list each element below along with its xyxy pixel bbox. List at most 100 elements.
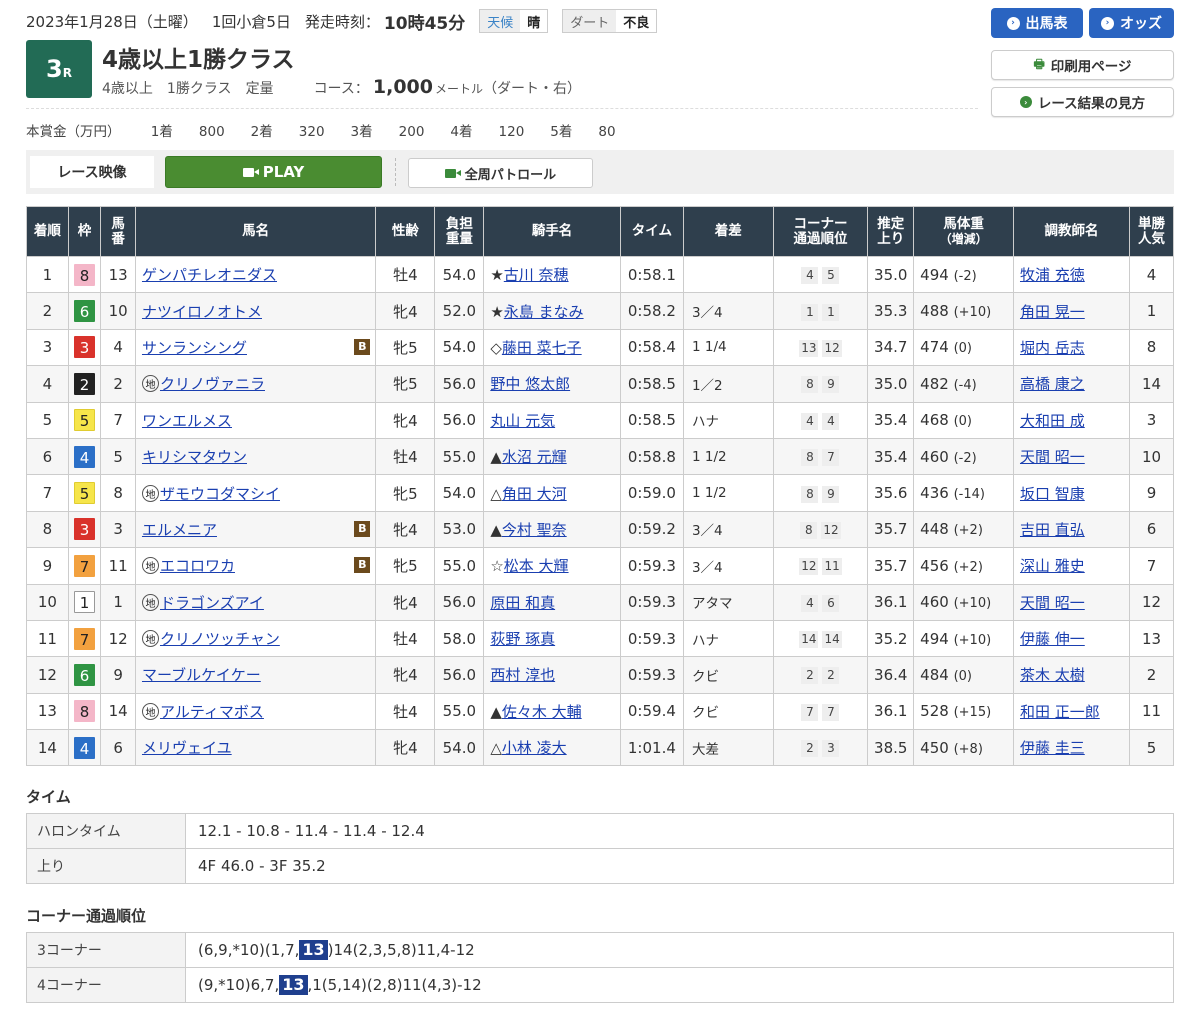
result-header-row: 着順 枠 馬番 馬名 性齢 負担 重量 騎手名 タイム 着差 コーナー 通過順位 推… — [26, 206, 1174, 257]
race-conditions: 4歳以上 1勝クラス 定量 コース： 1,000 メートル （ダート・右） — [102, 76, 581, 98]
jockey-name-link[interactable]: 藤田 菜七子 — [502, 339, 582, 357]
margin: 3／4 — [682, 510, 774, 549]
umaban: 5 — [100, 437, 136, 476]
trainer-name-link[interactable]: 茶木 太樹 — [1020, 666, 1085, 684]
horse-name-link[interactable]: ナツイロノオトメ — [142, 303, 262, 321]
jockey-name-link[interactable]: 西村 淳也 — [490, 666, 555, 684]
shutsuba-button[interactable]: › 出馬表 — [991, 8, 1083, 38]
body-weight-diff: (-2) — [953, 268, 977, 284]
carried-weight: 56.0 — [434, 401, 485, 439]
trainer-name-link[interactable]: 牧浦 充徳 — [1020, 266, 1085, 284]
horse-name-link[interactable]: アルティマボス — [160, 703, 264, 721]
waku-badge: 6 — [74, 663, 96, 686]
trainer-name-link[interactable]: 天間 昭一 — [1020, 448, 1085, 466]
horse-name-link[interactable]: エルメニア — [142, 521, 217, 539]
horse-name-link[interactable]: ゲンパチレオニダス — [142, 266, 277, 284]
horse-name-link[interactable]: クリノヴァニラ — [160, 375, 265, 393]
horse-name-link[interactable]: クリノツッチャン — [160, 630, 280, 648]
corner3-pos: 8 — [801, 449, 819, 467]
popularity: 8 — [1129, 328, 1174, 367]
finish-time: 0:58.1 — [619, 255, 684, 294]
body-weight: 484 — [920, 665, 949, 684]
patrol-button[interactable]: 全周パトロール — [408, 158, 593, 188]
distance: 1,000 — [372, 76, 433, 98]
horse-name-link[interactable]: サンランシング — [142, 339, 247, 357]
jockey-name-link[interactable]: 小林 凌大 — [502, 739, 567, 757]
body-weight: 468 — [920, 411, 949, 430]
jockey-name-link[interactable]: 松本 大輝 — [504, 557, 569, 575]
agari-3f: 35.4 — [867, 401, 915, 439]
rank: 6 — [26, 437, 69, 476]
waku-cell: 7 — [67, 619, 102, 658]
play-button[interactable]: PLAY — [165, 156, 382, 188]
horse-name-link[interactable]: メリヴェイユ — [142, 739, 232, 757]
trainer-name-link[interactable]: 高橋 康之 — [1020, 375, 1085, 393]
margin: 1／2 — [682, 365, 774, 403]
jockey-cell: △小林 凌大 — [483, 729, 621, 767]
race-meeting: 1回小倉5日 — [211, 12, 291, 31]
trainer-name-link[interactable]: 角田 晃一 — [1020, 303, 1085, 321]
umaban: 1 — [100, 583, 136, 621]
horse-cell: 地ドラゴンズアイ — [134, 583, 377, 621]
horse-name-link[interactable]: ワンエルメス — [142, 412, 232, 430]
trainer-name-link[interactable]: 吉田 直弘 — [1020, 521, 1085, 539]
corner4-pos: 9 — [822, 376, 840, 394]
body-weight-diff: (+8) — [953, 741, 983, 757]
carried-weight: 56.0 — [434, 365, 485, 403]
trainer-name-link[interactable]: 伊藤 伸一 — [1020, 630, 1085, 648]
sex-age: 牝5 — [375, 474, 436, 512]
print-page-button[interactable]: 🖶 印刷用ページ — [991, 50, 1174, 80]
trainer-name-link[interactable]: 天間 昭一 — [1020, 594, 1085, 612]
trainer-name-link[interactable]: 大和田 成 — [1020, 412, 1085, 430]
horse-name-link[interactable]: エコロワカ — [160, 557, 235, 575]
table-row: 2 6 10 ナツイロノオトメ 牝4 52.0 ★永島 まなみ 0:58.2 3／4 1 1 35.3… — [26, 292, 1174, 330]
odds-button[interactable]: › オッズ — [1089, 8, 1174, 38]
jockey-name-link[interactable]: 永島 まなみ — [504, 303, 584, 321]
howto-button[interactable]: › レース結果の見方 — [991, 87, 1174, 117]
carried-weight: 55.0 — [434, 692, 485, 731]
table-row: 4 2 2 地クリノヴァニラ 牝5 56.0 野中 悠太郎 0:58.5 1／2 8 9 35.0 48… — [26, 365, 1174, 403]
jockey-name-link[interactable]: 水沼 元輝 — [502, 448, 567, 466]
corner4-pos: 14 — [822, 631, 842, 649]
chevron-right-icon: › — [1101, 16, 1114, 30]
body-weight: 450 — [920, 738, 949, 757]
body-weight-cell: 494 (+10) — [913, 619, 1014, 658]
time-section-title: タイム — [26, 788, 71, 806]
table-row: 11 7 12 地クリノツッチャン 牡4 58.0 荻野 琢真 0:59.3 ハナ 14 14 35.… — [26, 619, 1174, 658]
corner-section-title: コーナー通過順位 — [26, 907, 147, 925]
finish-time: 0:59.3 — [619, 547, 684, 585]
horse-name-link[interactable]: ザモウコダマシイ — [160, 485, 280, 503]
furlong-label: ハロンタイム — [26, 813, 186, 849]
trainer-name-link[interactable]: 堀内 岳志 — [1020, 339, 1085, 357]
trainer-cell: 伊藤 伸一 — [1012, 619, 1131, 658]
jockey-name-link[interactable]: 野中 悠太郎 — [490, 375, 570, 393]
weather-value: 晴 — [520, 10, 548, 32]
trainer-name-link[interactable]: 深山 雅史 — [1020, 557, 1085, 575]
trainer-name-link[interactable]: 坂口 智康 — [1020, 485, 1085, 503]
horse-name-link[interactable]: キリシマタウン — [142, 448, 247, 466]
trainer-cell: 大和田 成 — [1012, 401, 1131, 439]
jockey-name-link[interactable]: 丸山 元気 — [490, 412, 555, 430]
margin: 1 1/2 — [682, 474, 774, 512]
jockey-name-link[interactable]: 古川 奈穂 — [504, 266, 569, 284]
corner3-label: 3コーナー — [26, 932, 186, 968]
jockey-name-link[interactable]: 角田 大河 — [502, 485, 567, 503]
jockey-name-link[interactable]: 今村 聖奈 — [502, 521, 567, 539]
jockey-cell: △角田 大河 — [483, 474, 621, 512]
jockey-name-link[interactable]: 荻野 琢真 — [490, 630, 555, 648]
body-weight-cell: 468 (0) — [913, 401, 1014, 439]
sex-age: 牡4 — [375, 437, 436, 476]
jockey-name-link[interactable]: 佐々木 大輔 — [502, 703, 582, 721]
table-row: 3 3 4 サンランシング B 牝5 54.0 ◇藤田 菜七子 0:58.4 1 1/4 13 12 3… — [26, 328, 1174, 367]
prize-money: 本賞金（万円） 1着 800 2着 320 3着 200 4着 120 5着 80 — [26, 120, 642, 140]
col-weight: 負担 重量 — [434, 206, 485, 257]
horse-name-link[interactable]: マーブルケイケー — [142, 666, 261, 684]
trainer-name-link[interactable]: 伊藤 圭三 — [1020, 739, 1085, 757]
agari-times: 4F 46.0 - 3F 35.2 — [185, 848, 1174, 884]
corner3-pos: 8 — [800, 521, 818, 539]
body-weight-diff: (0) — [953, 341, 973, 357]
jockey-name-link[interactable]: 原田 和真 — [490, 594, 555, 612]
corner4-pos: 7 — [822, 703, 840, 721]
trainer-name-link[interactable]: 和田 正一郎 — [1020, 703, 1100, 721]
horse-name-link[interactable]: ドラゴンズアイ — [160, 594, 264, 612]
